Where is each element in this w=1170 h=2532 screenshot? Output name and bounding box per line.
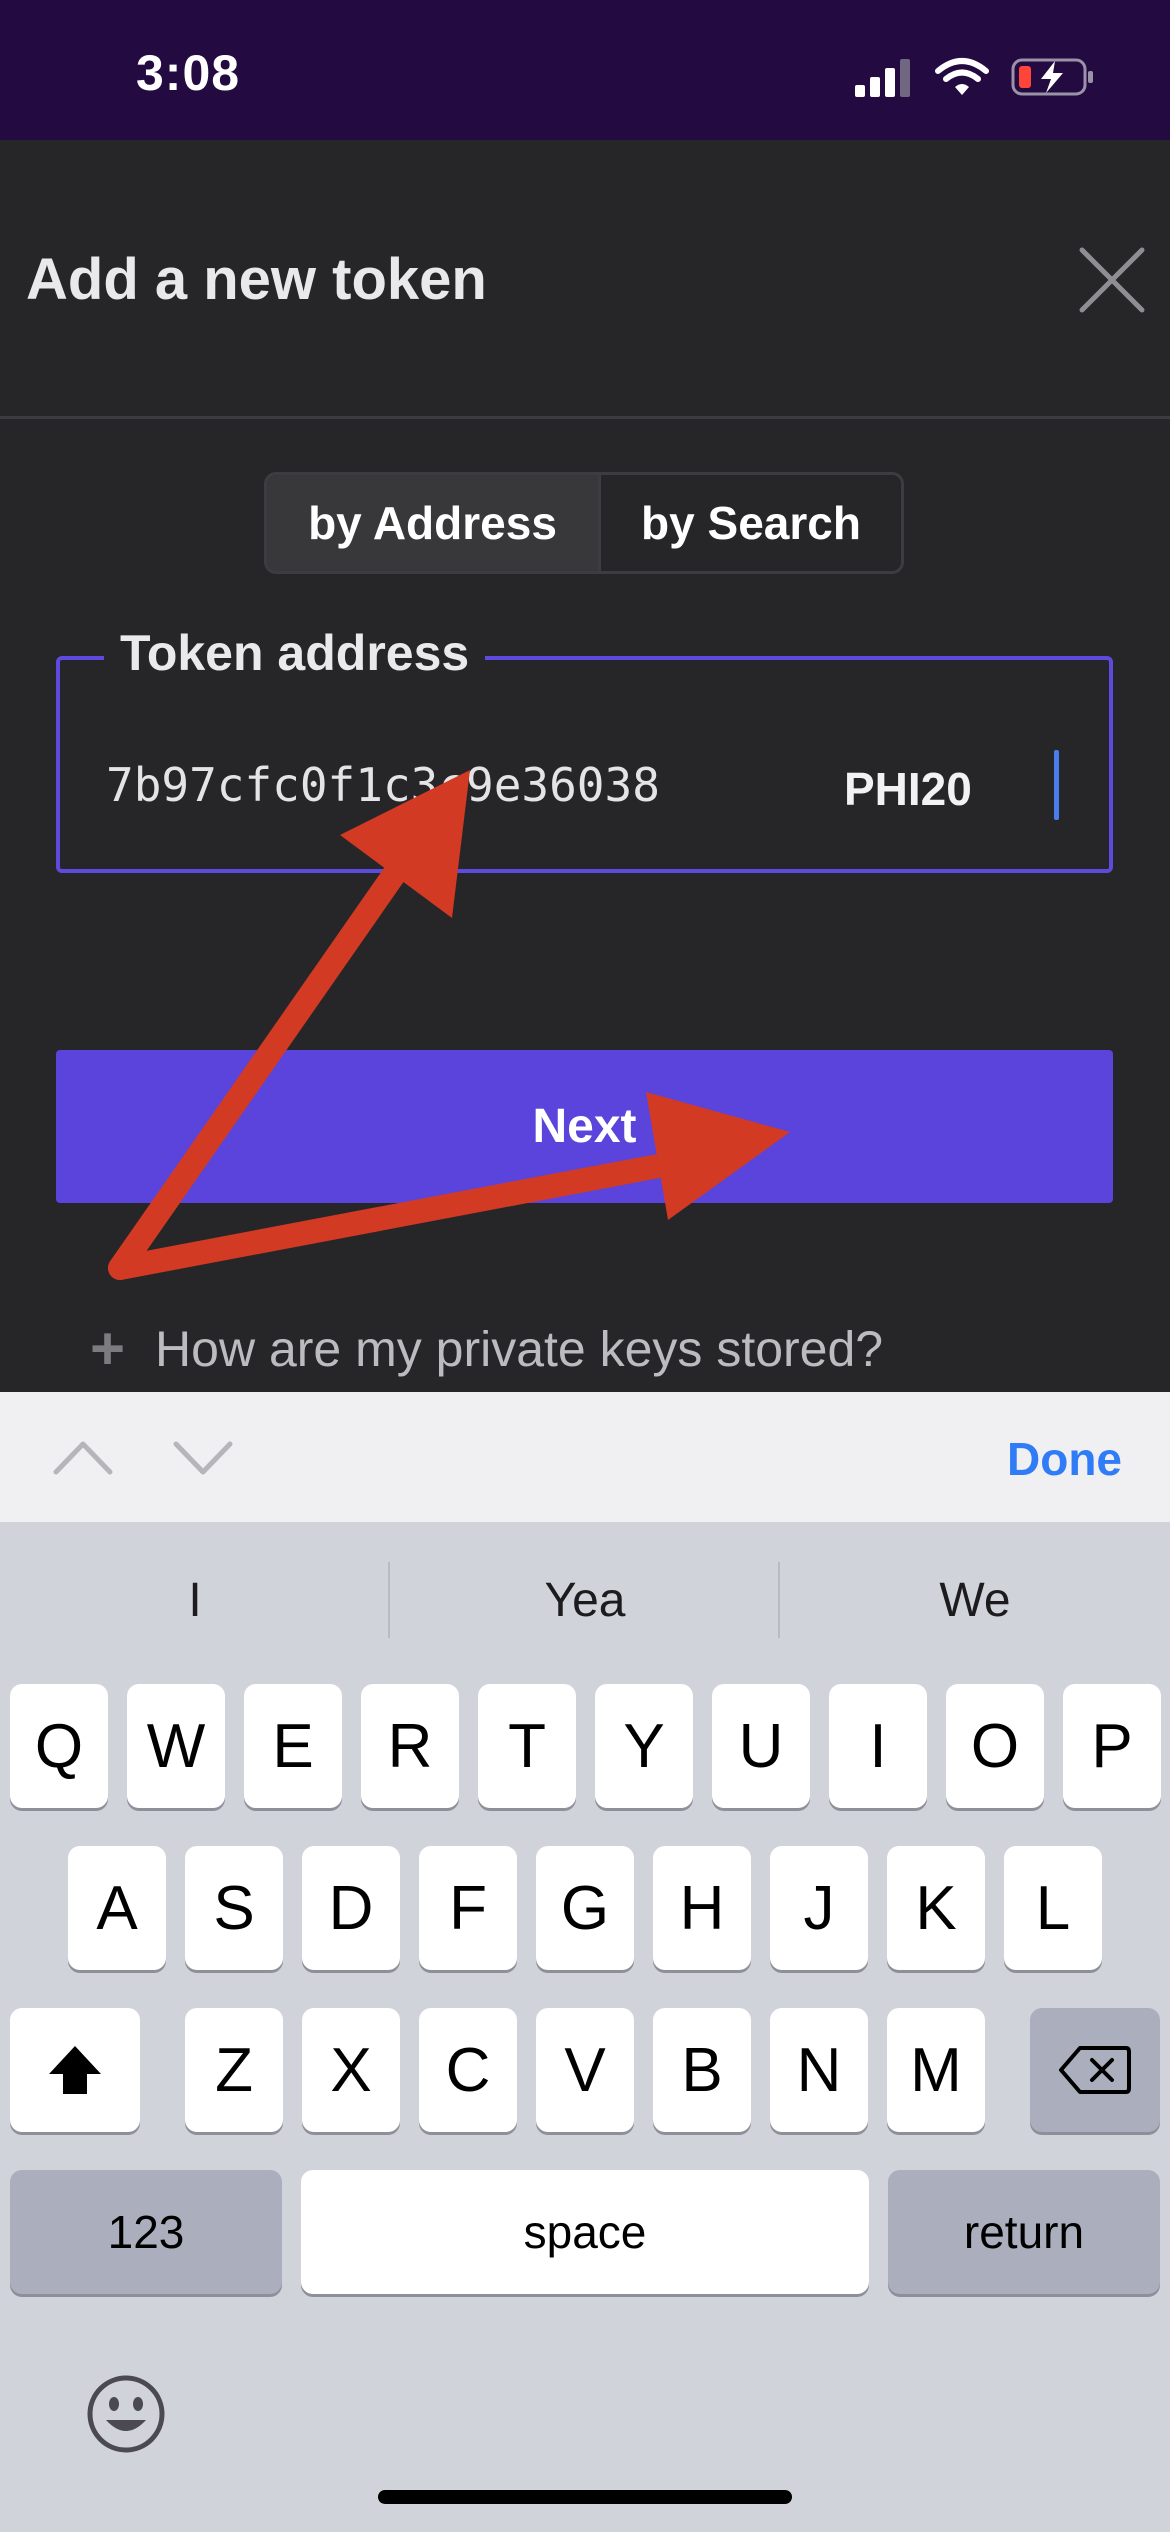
status-time: 3:08 [136, 45, 241, 101]
key-g[interactable]: G [536, 1846, 634, 1970]
key-i[interactable]: I [829, 1684, 927, 1808]
key-v[interactable]: V [536, 2008, 634, 2132]
cellular-signal-icon [855, 59, 910, 97]
return-key[interactable]: return [888, 2170, 1160, 2294]
close-icon [1079, 247, 1145, 313]
plus-icon: + [90, 1330, 126, 1382]
suggestion-1[interactable]: I [0, 1522, 390, 1678]
tab-by-address[interactable]: by Address [267, 475, 601, 571]
key-z[interactable]: Z [185, 2008, 283, 2132]
key-p[interactable]: P [1063, 1684, 1161, 1808]
token-address-input[interactable] [106, 750, 738, 820]
key-d[interactable]: D [302, 1846, 400, 1970]
token-standard-label: PHI20 [844, 763, 972, 815]
token-address-field[interactable]: Token address PHI20 [56, 624, 1113, 873]
key-o[interactable]: O [946, 1684, 1044, 1808]
key-h[interactable]: H [653, 1846, 751, 1970]
close-button[interactable] [1074, 242, 1150, 318]
key-u[interactable]: U [712, 1684, 810, 1808]
key-b[interactable]: B [653, 2008, 751, 2132]
token-address-label: Token address [104, 624, 486, 682]
key-l[interactable]: L [1004, 1846, 1102, 1970]
suggestion-bar: I Yea We [0, 1522, 1170, 1678]
backspace-icon [1059, 2046, 1131, 2094]
next-button[interactable]: Next [56, 1050, 1113, 1203]
keyboard-toolbar: Done [0, 1392, 1170, 1522]
chevron-up-icon[interactable] [48, 1432, 118, 1482]
key-f[interactable]: F [419, 1846, 517, 1970]
shift-key[interactable] [10, 2008, 140, 2132]
key-k[interactable]: K [887, 1846, 985, 1970]
faq-item[interactable]: + How are my private keys stored? [0, 1330, 1170, 1392]
status-bar: 3:08 [0, 0, 1170, 140]
backspace-key[interactable] [1030, 2008, 1160, 2132]
tab-by-search[interactable]: by Search [601, 475, 901, 571]
status-icons [855, 52, 1095, 102]
key-q[interactable]: Q [10, 1684, 108, 1808]
shift-icon [49, 2046, 101, 2094]
screen: 3:08 Add a new token by Address by Searc… [0, 0, 1170, 2532]
chevron-down-icon[interactable] [168, 1432, 238, 1482]
key-t[interactable]: T [478, 1684, 576, 1808]
modal-title: Add a new token [26, 247, 487, 312]
add-token-modal: Add a new token by Address by Search Tok… [0, 140, 1170, 1330]
key-r[interactable]: R [361, 1684, 459, 1808]
text-caret [1054, 750, 1059, 820]
space-key[interactable]: space [301, 2170, 869, 2294]
key-e[interactable]: E [244, 1684, 342, 1808]
emoji-icon[interactable] [84, 2372, 168, 2456]
faq-row: + How are my private keys stored? [90, 1330, 883, 1383]
key-w[interactable]: W [127, 1684, 225, 1808]
home-indicator[interactable] [378, 2490, 792, 2504]
key-c[interactable]: C [419, 2008, 517, 2132]
search-mode-tabs: by Address by Search [264, 472, 904, 574]
key-x[interactable]: X [302, 2008, 400, 2132]
wifi-icon [935, 58, 989, 95]
key-m[interactable]: M [887, 2008, 985, 2132]
faq-question: How are my private keys stored? [155, 1330, 884, 1377]
battery-charging-icon [1011, 58, 1093, 96]
key-a[interactable]: A [68, 1846, 166, 1970]
suggestion-2[interactable]: Yea [390, 1522, 780, 1678]
key-y[interactable]: Y [595, 1684, 693, 1808]
keyboard: I Yea We Q W E R T Y U I O P A S D F G H… [0, 1522, 1170, 2532]
key-j[interactable]: J [770, 1846, 868, 1970]
key-n[interactable]: N [770, 2008, 868, 2132]
numbers-key[interactable]: 123 [10, 2170, 282, 2294]
done-button[interactable]: Done [1007, 1432, 1122, 1486]
suggestion-3[interactable]: We [780, 1522, 1170, 1678]
key-s[interactable]: S [185, 1846, 283, 1970]
header-divider [0, 416, 1170, 419]
